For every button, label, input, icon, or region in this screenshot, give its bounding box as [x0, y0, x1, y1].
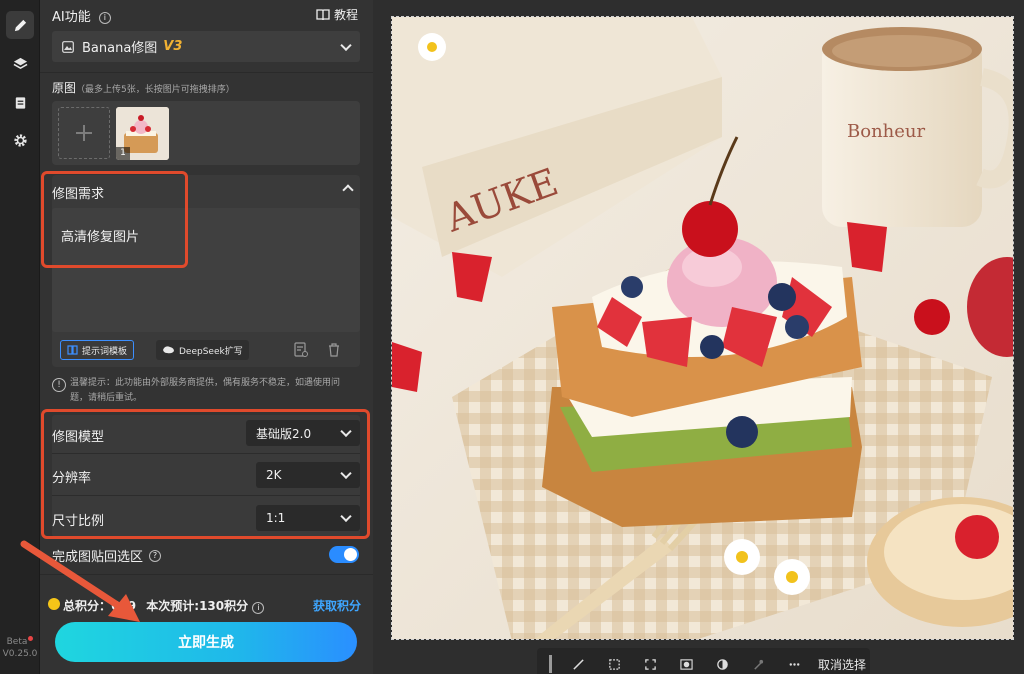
clipboard-icon	[15, 96, 25, 109]
source-title: 原图	[52, 81, 77, 95]
gear-icon	[13, 133, 27, 147]
trash-icon[interactable]	[328, 343, 340, 357]
invert-icon	[716, 658, 728, 670]
beta-dot	[28, 636, 34, 641]
toolbar-drag-handle[interactable]	[549, 655, 552, 673]
deepseek-expand-button[interactable]: DeepSeek扩写	[156, 340, 249, 360]
image-edit-icon	[62, 40, 74, 53]
resolution-select[interactable]: 2K	[256, 462, 360, 488]
version-info: Beta V0.25.0	[0, 636, 40, 660]
working-image[interactable]: AUKE Bonheur	[391, 16, 1014, 640]
settings-button[interactable]	[6, 126, 34, 154]
clipboard-button[interactable]	[6, 88, 34, 116]
source-section-title: 原图（最多上传5张，长按图片可拖拽排序）	[52, 79, 235, 96]
strawberry-toast-photo: AUKE Bonheur	[392, 17, 1013, 639]
tutorial-label: 教程	[334, 8, 359, 22]
feature-select[interactable]: Banana修图 V3	[52, 31, 360, 62]
aspect-ratio-label: 尺寸比例	[52, 514, 105, 529]
info-icon[interactable]: i	[252, 602, 265, 614]
aspect-ratio-select[interactable]: 1:1	[256, 505, 360, 531]
estimated-points: 本次预计:130积分	[146, 599, 249, 613]
info-icon[interactable]: i	[98, 12, 111, 24]
chevron-down-icon	[340, 467, 352, 480]
model-label: 修图模型	[52, 430, 105, 445]
version-label: V0.25.0	[2, 649, 38, 659]
box-select-icon	[608, 658, 620, 670]
chevron-down-icon	[340, 510, 352, 523]
magic-select-button[interactable]	[740, 651, 776, 674]
model-value: 基础版2.0	[256, 426, 312, 441]
divider	[40, 72, 373, 73]
magic-wand-icon	[753, 659, 763, 670]
generate-label: 立即生成	[178, 635, 234, 651]
ai-title-text: AI功能	[52, 10, 91, 25]
toggle-knob	[344, 548, 357, 561]
selection-toolbar: 取消选择	[537, 648, 870, 674]
ai-function-title: AI功能 i	[52, 6, 111, 25]
aspect-ratio-value: 1:1	[266, 511, 286, 525]
get-points-link[interactable]: 获取积分	[313, 597, 361, 614]
prompt-template-button[interactable]: 提示词模板	[60, 340, 135, 360]
annotation-arrow	[20, 540, 140, 622]
more-icon	[789, 662, 799, 666]
plus-icon	[76, 125, 92, 141]
chevron-down-icon	[340, 39, 352, 51]
feature-version-badge: V3	[163, 39, 183, 54]
whale-icon	[163, 346, 174, 354]
deselect-button[interactable]: 取消选择	[818, 656, 866, 673]
brush-select-button[interactable]	[560, 651, 596, 674]
canvas-area: AUKE Bonheur 取消选择	[373, 0, 1024, 674]
pencil-icon	[14, 19, 26, 31]
service-tip: 温馨提示：此功能由外部服务商提供，偶有服务不稳定，如遇使用问题，请稍后重试。	[70, 378, 341, 403]
layers-icon	[13, 57, 27, 69]
mug-text: Bonheur	[847, 121, 925, 142]
source-thumbnail[interactable]: 1	[116, 107, 169, 160]
upload-image-button[interactable]	[58, 107, 110, 159]
paste-back-toggle[interactable]	[329, 546, 359, 563]
thumbnail-index: 1	[116, 147, 130, 160]
box-select-button[interactable]	[596, 651, 632, 674]
source-images-area: 1	[52, 101, 360, 165]
prompt-template-label: 提示词模板	[82, 346, 128, 357]
resolution-label: 分辨率	[52, 471, 92, 486]
invert-select-button[interactable]	[704, 651, 740, 674]
feature-name: Banana修图	[82, 41, 158, 56]
tutorial-link[interactable]: 教程	[316, 6, 358, 23]
app-window: Beta V0.25.0 AI功能 i 教程 Banana修图 V3 原图（最多…	[0, 0, 1024, 674]
chevron-down-icon	[340, 425, 352, 438]
divider	[52, 453, 360, 454]
model-select[interactable]: 基础版2.0	[246, 420, 360, 446]
edit-tool-button[interactable]	[6, 11, 34, 39]
subject-select-button[interactable]	[668, 651, 704, 674]
deepseek-label: DeepSeek扩写	[179, 346, 243, 357]
layers-button[interactable]	[6, 49, 34, 77]
expand-icon	[644, 658, 656, 670]
book-open-icon	[67, 345, 78, 355]
source-hint: （最多上传5张，长按图片可拖拽排序）	[76, 85, 235, 95]
subject-icon	[679, 658, 693, 670]
more-button[interactable]	[776, 651, 812, 674]
request-textarea[interactable]: 高清修复图片	[52, 208, 360, 332]
warning-icon: !	[52, 378, 66, 392]
resolution-value: 2K	[266, 468, 282, 482]
history-icon[interactable]	[294, 342, 308, 358]
beta-label: Beta	[6, 637, 28, 647]
divider	[52, 495, 360, 496]
request-title: 修图需求	[52, 187, 105, 202]
request-text: 高清修复图片	[61, 230, 140, 245]
book-icon	[316, 8, 330, 20]
smart-select-button[interactable]	[632, 651, 668, 674]
brush-icon	[572, 658, 584, 670]
